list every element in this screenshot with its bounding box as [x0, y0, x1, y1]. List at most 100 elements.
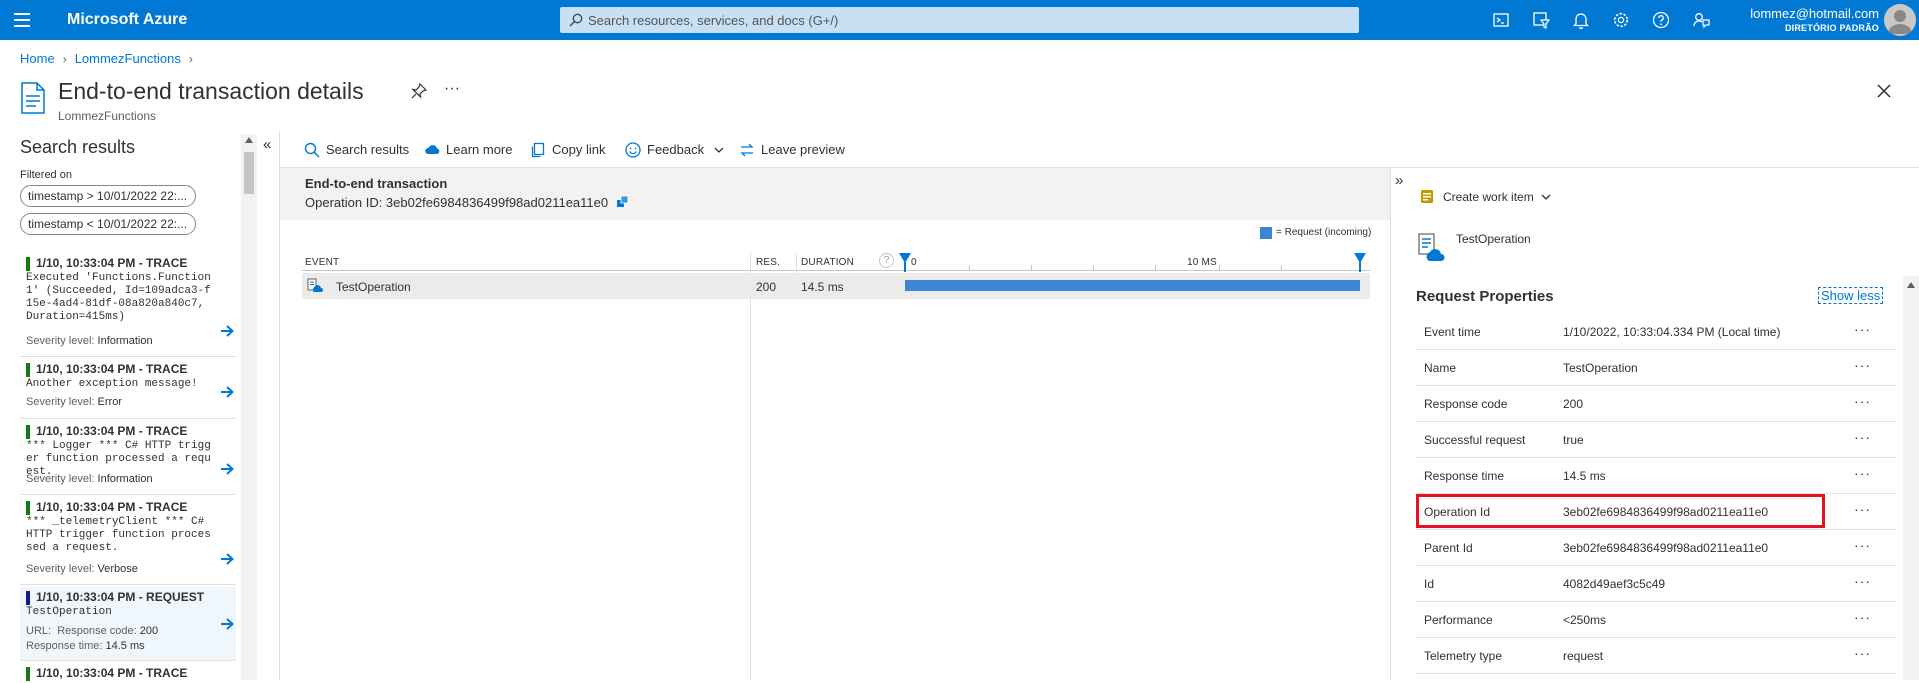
pin-icon[interactable] — [410, 82, 428, 100]
severity-value: Verbose — [97, 563, 138, 575]
request-icon — [1418, 233, 1445, 261]
arrow-right-icon[interactable] — [220, 386, 234, 398]
help-icon[interactable] — [1651, 10, 1671, 30]
property-value: <250ms — [1563, 613, 1607, 627]
create-work-item-button[interactable]: Create work item — [1443, 190, 1551, 204]
timeline-tick-label: 0 — [911, 257, 917, 268]
operation-id-row: Operation ID: 3eb02fe6984836499f98ad0211… — [305, 193, 629, 210]
arrow-right-icon[interactable] — [220, 463, 234, 475]
page-subtitle: LommezFunctions — [58, 109, 157, 123]
smiley-icon — [625, 142, 641, 158]
copy-link-button[interactable]: Copy link — [530, 142, 605, 158]
more-options-icon[interactable]: ··· — [1854, 573, 1871, 589]
more-options-icon[interactable]: ··· — [1854, 321, 1871, 337]
arrow-right-icon[interactable] — [220, 618, 234, 630]
brand-title[interactable]: Microsoft Azure — [67, 11, 187, 29]
response-code-value: 200 — [139, 625, 159, 637]
user-avatar-icon — [1888, 10, 1912, 34]
filter-pill[interactable]: timestamp > 10/01/2022 22:... — [20, 185, 196, 207]
list-item[interactable]: 1/10, 10:33:04 PM - REQUEST TestOperatio… — [20, 587, 236, 661]
more-options-icon[interactable]: ··· — [1854, 465, 1871, 481]
list-item[interactable]: 1/10, 10:33:04 PM - TRACE — [20, 663, 236, 683]
learn-more-label: Learn more — [446, 142, 513, 157]
copy-icon[interactable] — [616, 195, 630, 209]
global-search[interactable] — [560, 7, 1359, 33]
header-divider — [302, 270, 1370, 271]
highlight-annotation — [1416, 494, 1825, 528]
list-item[interactable]: 1/10, 10:33:04 PM - TRACE Another except… — [20, 359, 236, 419]
scrollbar[interactable] — [1903, 276, 1919, 680]
trace-indicator — [26, 363, 30, 377]
show-less-link[interactable]: Show less — [1818, 287, 1884, 304]
scroll-up-icon[interactable] — [245, 137, 253, 143]
search-results-button[interactable]: Search results — [304, 142, 409, 158]
leave-preview-button[interactable]: Leave preview — [739, 142, 845, 157]
help-icon[interactable]: ? — [879, 253, 894, 268]
directory-filter-icon[interactable] — [1531, 10, 1551, 30]
feedback-icon[interactable] — [1691, 10, 1711, 30]
scrollbar[interactable] — [241, 134, 257, 680]
collapse-left-icon[interactable]: « — [263, 136, 271, 153]
list-item[interactable]: 1/10, 10:33:04 PM - TRACE *** _telemetry… — [20, 497, 236, 585]
toolbar: Search results Learn more Copy link Feed… — [280, 132, 1919, 168]
more-options-icon[interactable]: ··· — [444, 80, 460, 98]
legend-swatch — [1260, 227, 1272, 239]
property-row-name: Name TestOperation ··· — [1416, 350, 1896, 386]
collapse-right-icon[interactable]: » — [1395, 172, 1403, 189]
column-header-duration[interactable]: DURATION — [801, 257, 854, 268]
search-icon — [304, 142, 320, 158]
avatar[interactable] — [1884, 4, 1916, 36]
breadcrumb-home[interactable]: Home — [20, 51, 55, 66]
timeline-tick — [1093, 265, 1094, 270]
more-options-icon[interactable]: ··· — [1854, 429, 1871, 445]
duration-bar[interactable] — [905, 280, 1360, 291]
result-response-time: Response time: 14.5 ms — [26, 640, 145, 652]
arrow-right-icon[interactable] — [220, 325, 234, 337]
chevron-right-icon: › — [62, 52, 67, 66]
more-options-icon[interactable]: ··· — [1854, 501, 1871, 517]
property-key: Event time — [1424, 325, 1481, 339]
list-item[interactable]: 1/10, 10:33:04 PM - TRACE Executed 'Func… — [20, 253, 236, 357]
column-divider — [750, 253, 751, 680]
more-options-icon[interactable]: ··· — [1854, 645, 1871, 661]
feedback-button[interactable]: Feedback — [625, 142, 724, 158]
property-row-response-time: Response time 14.5 ms ··· — [1416, 458, 1896, 494]
trace-indicator — [26, 257, 30, 271]
more-options-icon[interactable]: ··· — [1854, 537, 1871, 553]
property-value: TestOperation — [1563, 361, 1638, 375]
search-input[interactable] — [588, 7, 1348, 33]
request-indicator — [26, 591, 30, 605]
result-url-line: URL: Response code: 200 — [26, 625, 158, 637]
legend-label: = Request (incoming) — [1276, 227, 1372, 238]
list-item[interactable]: 1/10, 10:33:04 PM - TRACE *** Logger ***… — [20, 421, 236, 495]
result-severity: Severity level: Verbose — [26, 563, 138, 575]
scrollbar-thumb[interactable] — [244, 152, 254, 194]
more-options-icon[interactable]: ··· — [1854, 357, 1871, 373]
severity-label: Severity level: — [26, 473, 95, 485]
chevron-down-icon — [714, 147, 724, 153]
account-info[interactable]: lommez@hotmail.com DIRETÓRIO PADRÃO — [1750, 6, 1879, 33]
timeline-tick-label: 10 MS — [1187, 257, 1217, 268]
learn-more-button[interactable]: Learn more — [424, 142, 512, 157]
notifications-icon[interactable] — [1571, 10, 1591, 30]
property-key: Successful request — [1424, 433, 1526, 447]
more-options-icon[interactable]: ··· — [1854, 609, 1871, 625]
settings-icon[interactable] — [1611, 10, 1631, 30]
filter-pill[interactable]: timestamp < 10/01/2022 22:... — [20, 213, 196, 235]
scroll-up-icon[interactable] — [1907, 282, 1915, 288]
feedback-label: Feedback — [647, 142, 705, 157]
cloud-shell-icon[interactable] — [1491, 10, 1511, 30]
close-icon[interactable] — [1875, 82, 1893, 100]
transaction-header: End-to-end transaction Operation ID: 3eb… — [280, 168, 1390, 220]
menu-icon[interactable] — [14, 13, 30, 27]
column-header-event[interactable]: EVENT — [305, 257, 339, 268]
chevron-down-icon — [1541, 194, 1551, 200]
more-options-icon[interactable]: ··· — [1854, 393, 1871, 409]
timeline-start-marker-line — [904, 262, 906, 272]
result-header: 1/10, 10:33:04 PM - REQUEST — [36, 590, 205, 604]
breadcrumb-resource[interactable]: LommezFunctions — [75, 51, 181, 66]
column-header-res[interactable]: RES. — [756, 257, 780, 268]
result-header: 1/10, 10:33:04 PM - TRACE — [36, 666, 188, 680]
arrow-right-icon[interactable] — [220, 553, 234, 565]
property-value: 14.5 ms — [1563, 469, 1606, 483]
